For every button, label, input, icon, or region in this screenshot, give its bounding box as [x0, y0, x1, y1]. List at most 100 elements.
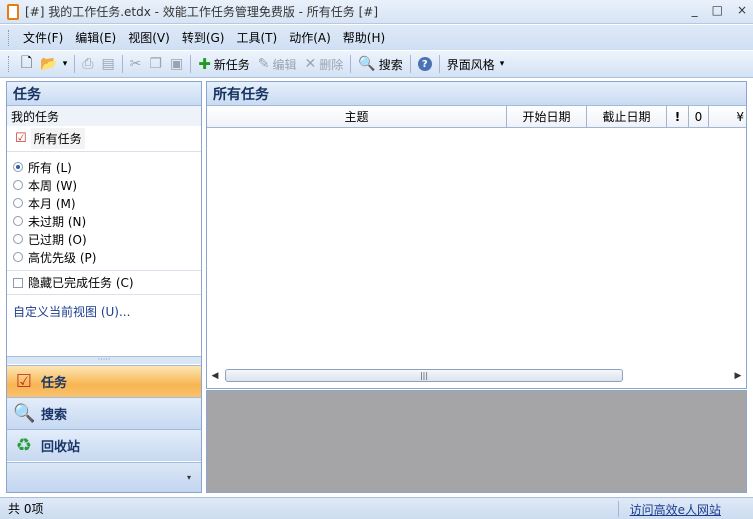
theme-dropdown[interactable]: 界面风格 ▾: [443, 53, 509, 75]
edit-label: 编辑: [272, 57, 297, 72]
website-link[interactable]: 访问高效e人网站: [630, 501, 721, 518]
status-separator: [618, 501, 619, 517]
paste-button[interactable]: ▣: [166, 53, 187, 75]
nav-search-button[interactable]: 🔍 搜索: [7, 397, 201, 429]
search-button[interactable]: 🔍 搜索: [354, 53, 406, 75]
menu-tools[interactable]: 工具(T): [230, 29, 283, 46]
menu-file[interactable]: 文件(F): [17, 29, 69, 46]
window-controls: _ □ ×: [692, 3, 747, 17]
toolbar: 🗋 📂 ▾ ⎙ ▤ ✂ ❐ ▣ ✚ 新任务 ✎ 编辑 ✕ 删除 🔍 搜索 ? 界面…: [0, 51, 753, 78]
search-icon: 🔍: [13, 403, 36, 424]
menu-help[interactable]: 帮助(H): [337, 29, 391, 46]
radio-button[interactable]: [13, 216, 23, 226]
radio-button[interactable]: [13, 252, 23, 262]
menu-view[interactable]: 视图(V): [122, 29, 176, 46]
column-more[interactable]: ¥: [709, 106, 746, 127]
column-importance[interactable]: !: [667, 106, 689, 127]
radio-button[interactable]: [13, 162, 23, 172]
menu-actions[interactable]: 动作(A): [283, 29, 337, 46]
task-list-pane: 所有任务 主题 开始日期 截止日期 ! 0 ¥ ◀ ||| ▶: [206, 81, 747, 389]
list-pane-title: 所有任务: [207, 82, 746, 106]
toolbar-grip: [8, 56, 11, 72]
toolbar-separator: [190, 55, 192, 73]
my-tasks-label: 我的任务: [7, 106, 201, 126]
column-headers: 主题 开始日期 截止日期 ! 0 ¥: [207, 106, 746, 128]
copy-button[interactable]: ❐: [145, 53, 166, 75]
print-button[interactable]: ⎙: [78, 53, 97, 75]
filter-label: 高优先级 (P): [28, 250, 97, 265]
radio-button[interactable]: [13, 234, 23, 244]
radio-button[interactable]: [13, 180, 23, 190]
scroll-right-icon[interactable]: ▶: [730, 371, 746, 381]
pane-splitter[interactable]: ·····: [7, 356, 201, 364]
menu-goto[interactable]: 转到(G): [176, 29, 231, 46]
scroll-thumb[interactable]: |||: [225, 369, 623, 382]
dropdown-caret-icon: ▾: [62, 59, 68, 69]
customize-view-link[interactable]: 自定义当前视图 (U)...: [7, 295, 201, 320]
copy-icon: ❐: [149, 56, 162, 72]
filter-label: 本月 (M): [28, 196, 76, 211]
minimize-button[interactable]: _: [692, 3, 698, 17]
status-bar: 共 0项 访问高效e人网站: [0, 497, 753, 519]
configure-buttons-icon[interactable]: ▾: [187, 473, 191, 482]
nav-tasks-label: 任务: [41, 376, 68, 391]
magnifier-icon: 🔍: [358, 56, 376, 72]
filter-this-month[interactable]: 本月 (M): [13, 194, 201, 212]
scroll-left-icon[interactable]: ◀: [207, 371, 223, 381]
theme-label: 界面风格: [446, 57, 495, 72]
paste-icon: ▣: [169, 56, 184, 72]
print-preview-button[interactable]: ▤: [97, 53, 118, 75]
toolbar-separator: [409, 55, 411, 73]
delete-label: 删除: [319, 57, 344, 72]
new-task-label: 新任务: [213, 57, 250, 72]
item-count: 共 0项: [8, 502, 44, 516]
hide-completed-option[interactable]: 隐藏已完成任务 (C): [7, 271, 201, 295]
all-tasks-label: 所有任务: [30, 128, 85, 149]
open-folder-button[interactable]: 📂 ▾: [36, 53, 71, 75]
help-icon: ?: [417, 57, 432, 71]
hide-completed-checkbox[interactable]: [13, 277, 23, 288]
radio-button[interactable]: [13, 198, 23, 208]
all-tasks-item[interactable]: ☑ 所有任务: [7, 126, 201, 152]
menu-edit[interactable]: 编辑(E): [69, 29, 122, 46]
nav-footer: ▾: [7, 462, 201, 492]
filter-this-week[interactable]: 本周 (W): [13, 176, 201, 194]
scissors-icon: ✂: [129, 56, 142, 72]
maximize-button[interactable]: □: [712, 3, 723, 17]
nav-tasks-button[interactable]: ☑ 任务: [7, 365, 201, 397]
column-attachment[interactable]: 0: [689, 106, 709, 127]
new-task-button[interactable]: ✚ 新任务: [194, 53, 254, 75]
new-file-icon: 🗋: [21, 55, 33, 71]
filter-not-overdue[interactable]: 未过期 (N): [13, 212, 201, 230]
filter-label: 未过期 (N): [28, 214, 87, 229]
close-button[interactable]: ×: [737, 3, 747, 17]
column-due-date[interactable]: 截止日期: [587, 106, 667, 127]
new-file-button[interactable]: 🗋: [17, 53, 36, 75]
filter-label: 所有 (L): [28, 160, 72, 175]
filter-all[interactable]: 所有 (L): [13, 158, 201, 176]
column-subject[interactable]: 主题: [207, 106, 507, 127]
scroll-track[interactable]: |||: [223, 368, 730, 383]
toolbar-separator: [438, 55, 440, 73]
edit-button[interactable]: ✎ 编辑: [254, 53, 301, 75]
filter-overdue[interactable]: 已过期 (O): [13, 230, 201, 248]
printer-icon: ⎙: [82, 56, 94, 72]
nav-recycle-label: 回收站: [41, 440, 81, 455]
toolbar-separator: [121, 55, 123, 73]
title-bar: [#] 我的工作任务.etdx - 效能工作任务管理免费版 - 所有任务 [#]…: [0, 0, 753, 24]
menu-grip: [8, 29, 11, 46]
filter-high-priority[interactable]: 高优先级 (P): [13, 248, 201, 266]
hide-completed-label: 隐藏已完成任务 (C): [28, 276, 134, 290]
column-start-date[interactable]: 开始日期: [507, 106, 587, 127]
preview-pane: [206, 390, 747, 493]
search-label: 搜索: [378, 57, 403, 72]
nav-recycle-button[interactable]: ♻ 回收站: [7, 429, 201, 461]
checklist-icon: ☑: [15, 371, 33, 392]
horizontal-scrollbar[interactable]: ◀ ||| ▶: [207, 367, 746, 384]
task-list-icon: ☑: [15, 131, 27, 146]
cut-button[interactable]: ✂: [126, 53, 146, 75]
nav-search-label: 搜索: [41, 408, 68, 423]
delete-button[interactable]: ✕ 删除: [301, 53, 348, 75]
help-button[interactable]: ?: [414, 53, 436, 75]
pencil-icon: ✎: [257, 56, 270, 72]
